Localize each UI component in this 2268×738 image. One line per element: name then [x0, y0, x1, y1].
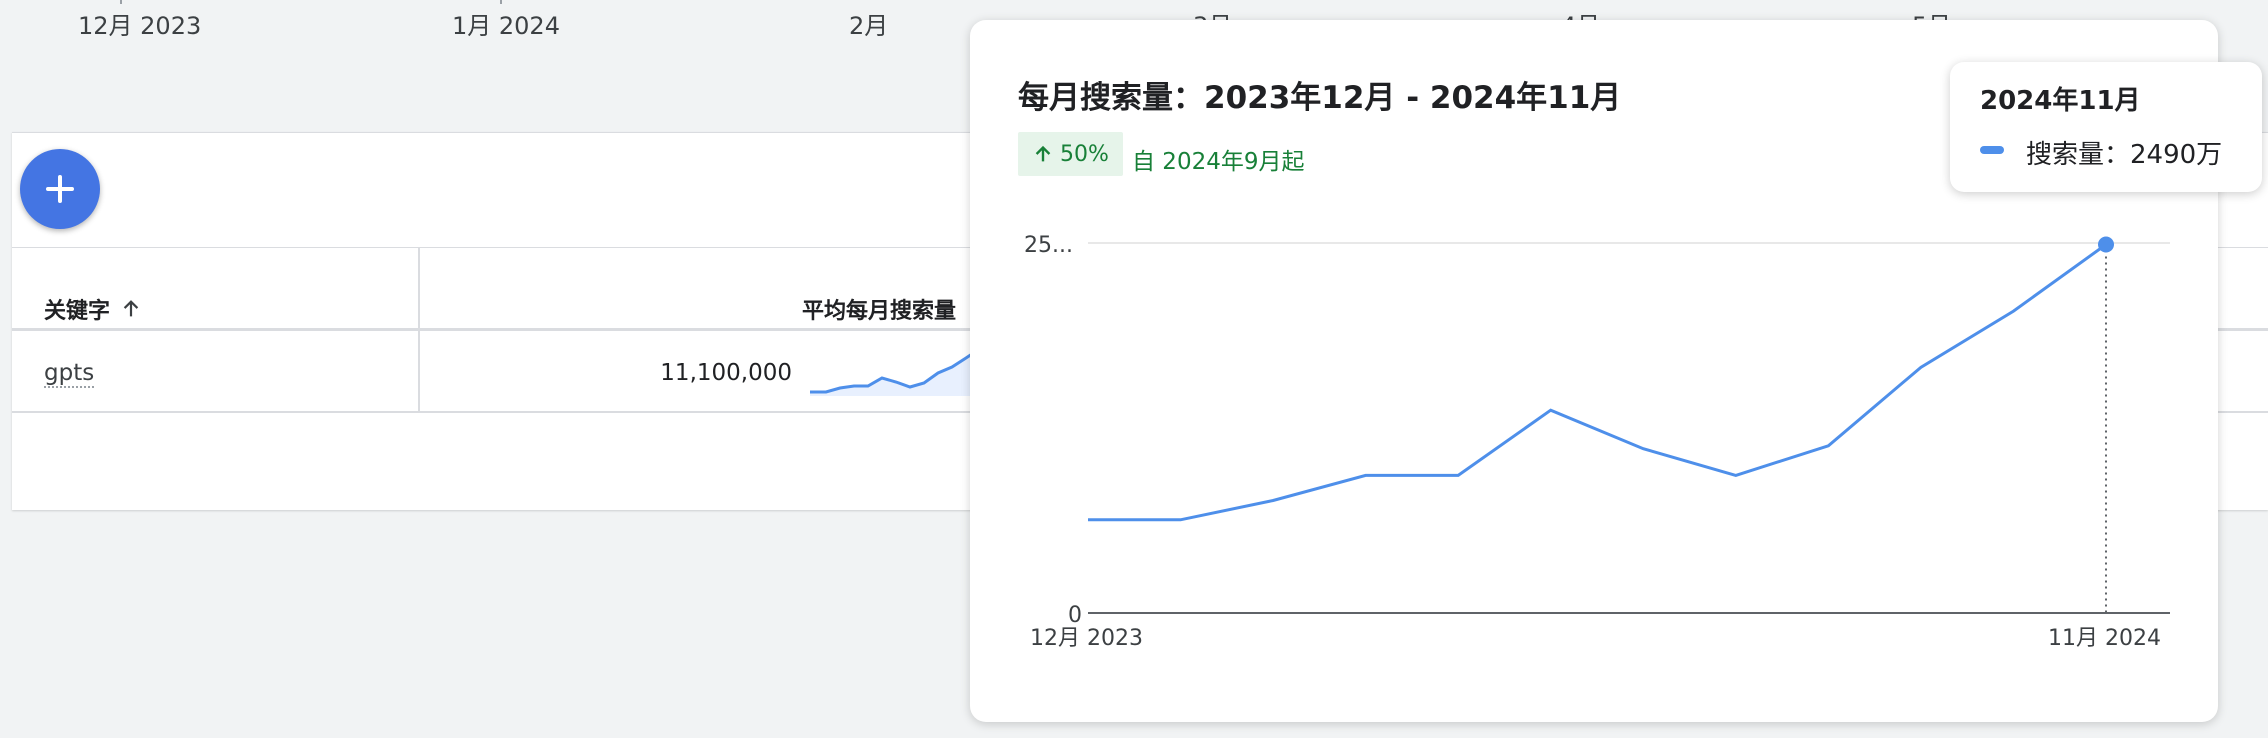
volume-sparkline[interactable]	[806, 336, 976, 396]
series-swatch	[1980, 146, 2004, 154]
volume-column-header[interactable]: 平均每月搜索量	[802, 293, 956, 325]
hovered-data-point[interactable]	[2098, 236, 2114, 253]
sort-ascending-icon	[123, 300, 139, 317]
x-tick-label: 11月 2024	[2048, 626, 2161, 651]
series-line-search-volume	[1088, 243, 2107, 522]
tooltip-date: 2024年11月	[1980, 86, 2141, 116]
add-keyword-button[interactable]	[20, 149, 100, 229]
timeline-label: 1月 2024	[452, 12, 560, 40]
timeline-label: 12月 2023	[78, 12, 202, 40]
timeline-tick	[500, 0, 502, 4]
y-tick-label: 0	[1068, 603, 1082, 628]
timeline-tick	[120, 0, 122, 4]
y-tick-label: 25...	[1024, 233, 1073, 258]
keyword-column-header[interactable]: 关键字	[44, 293, 142, 325]
volume-cell: 11,100,000	[660, 360, 792, 386]
chart-tooltip: 2024年11月 搜索量：2490万	[1950, 62, 2262, 192]
tooltip-value: 搜索量：2490万	[2026, 140, 2223, 170]
plus-icon	[46, 175, 74, 203]
timeline-label: 2月	[849, 12, 889, 40]
keyword-cell[interactable]: gpts	[44, 360, 95, 388]
keyword-header-label: 关键字	[44, 299, 111, 324]
x-tick-label: 12月 2023	[1030, 626, 1143, 651]
